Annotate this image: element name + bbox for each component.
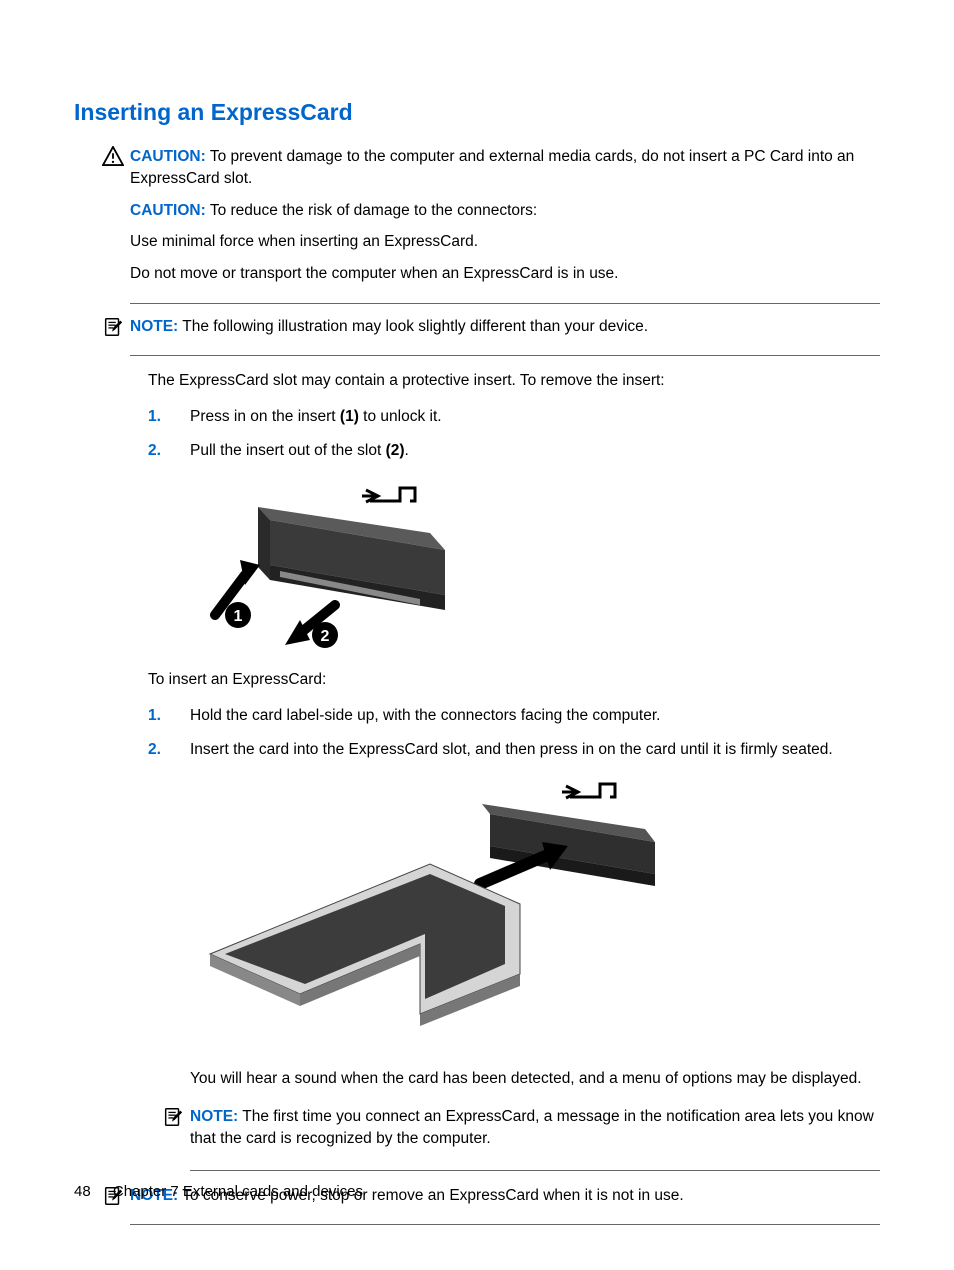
step-text: Hold the card label-side up, with the co… (190, 705, 880, 727)
steps-list-1: 1. Press in on the insert (1) to unlock … (148, 406, 880, 461)
caution-callout: CAUTION: To prevent damage to the comput… (130, 146, 880, 303)
step-after-text: You will hear a sound when the card has … (190, 1068, 880, 1090)
step-1-2: 2. Pull the insert out of the slot (2). (148, 440, 880, 462)
step-text: Pull the insert out of the slot (2). (190, 440, 880, 462)
note-callout-1: NOTE: The following illustration may loo… (130, 316, 880, 357)
caution-label-2: CAUTION: (130, 202, 206, 219)
note-text-2: NOTE: The first time you connect an Expr… (190, 1106, 880, 1149)
step-2-1: 1. Hold the card label-side up, with the… (148, 705, 880, 727)
caution-text-3: Use minimal force when inserting an Expr… (130, 231, 880, 253)
step-number: 1. (148, 406, 190, 428)
caution-body-1: To prevent damage to the computer and ex… (130, 148, 854, 187)
caution-text-4: Do not move or transport the computer wh… (130, 263, 880, 285)
note-icon (102, 316, 124, 336)
note-label-2: NOTE: (190, 1108, 238, 1125)
step-text: Press in on the insert (1) to unlock it. (190, 406, 880, 428)
page-footer: 48 Chapter 7 External cards and devices (74, 1181, 363, 1202)
caution-body-2: To reduce the risk of damage to the conn… (210, 202, 537, 219)
illustration-remove-insert: 1 2 (190, 475, 880, 655)
step-2-2: 2. Insert the card into the ExpressCard … (148, 739, 880, 1171)
note-text-1: NOTE: The following illustration may loo… (130, 316, 880, 338)
caution-text-2: CAUTION: To reduce the risk of damage to… (130, 200, 880, 222)
caution-text-1: CAUTION: To prevent damage to the comput… (130, 146, 880, 189)
steps-list-2: 1. Hold the card label-side up, with the… (148, 705, 880, 1170)
step-text: Insert the card into the ExpressCard slo… (190, 739, 880, 761)
svg-text:2: 2 (321, 628, 330, 645)
note-body-2: The first time you connect an ExpressCar… (190, 1108, 874, 1147)
svg-text:1: 1 (234, 608, 243, 625)
caution-label: CAUTION: (130, 148, 206, 165)
section-heading: Inserting an ExpressCard (74, 96, 880, 128)
intro-text-2: To insert an ExpressCard: (148, 669, 880, 691)
step-1-1: 1. Press in on the insert (1) to unlock … (148, 406, 880, 428)
illustration-insert-card (190, 774, 880, 1054)
step-number: 2. (148, 440, 190, 462)
note-label-1: NOTE: (130, 318, 178, 335)
page-content: Inserting an ExpressCard CAUTION: To pre… (0, 0, 954, 1225)
note-body-1: The following illustration may look slig… (182, 318, 648, 335)
step-number: 1. (148, 705, 190, 727)
caution-icon (102, 146, 124, 166)
intro-text-1: The ExpressCard slot may contain a prote… (148, 370, 880, 392)
body-section: The ExpressCard slot may contain a prote… (148, 370, 880, 1170)
chapter-label: Chapter 7 External cards and devices (113, 1183, 363, 1200)
note-callout-2: NOTE: The first time you connect an Expr… (190, 1106, 880, 1170)
note-icon (162, 1106, 184, 1126)
page-number: 48 (74, 1183, 91, 1200)
